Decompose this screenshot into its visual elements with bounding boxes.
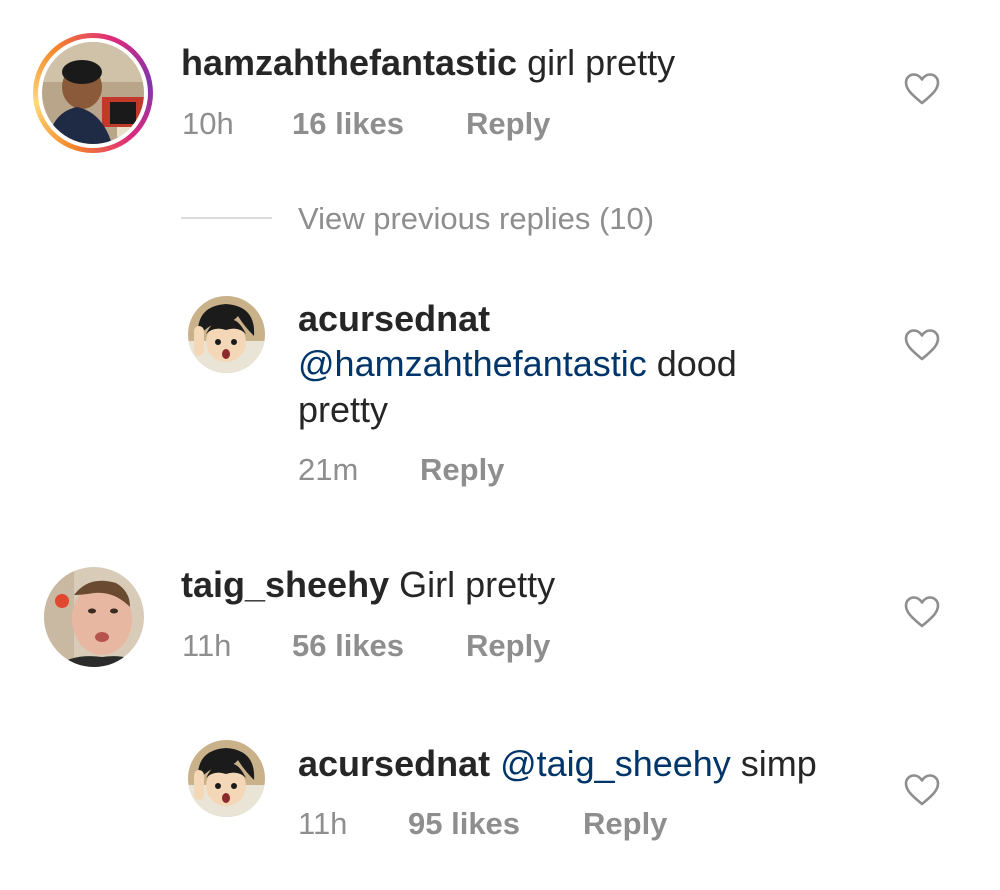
comment-text: girl pretty — [517, 42, 676, 83]
avatar — [42, 42, 144, 144]
heart-outline-icon — [904, 73, 940, 105]
reply-time: 11h — [298, 806, 348, 841]
like-button[interactable] — [904, 773, 940, 812]
reply-button[interactable]: Reply — [466, 106, 550, 142]
reply-text-line2: pretty — [298, 389, 389, 430]
avatar[interactable] — [44, 567, 144, 667]
reply-text-line1: @hamzahthefantastic dood — [298, 341, 737, 387]
view-previous-replies-button[interactable]: View previous replies (10) — [298, 201, 654, 237]
reply-username[interactable]: acursednat — [298, 743, 490, 784]
comment-avatar-story-ring[interactable] — [33, 33, 153, 153]
avatar[interactable] — [188, 296, 265, 373]
reply-button[interactable]: Reply — [466, 628, 550, 664]
mention-link[interactable]: @hamzahthefantastic — [298, 343, 647, 384]
reply-button[interactable]: Reply — [420, 452, 504, 488]
reply-likes[interactable]: 95 likes — [408, 806, 520, 842]
comment-username[interactable]: hamzahthefantastic — [181, 42, 517, 83]
comment-text: Girl pretty — [389, 564, 556, 605]
comment-likes[interactable]: 56 likes — [292, 628, 404, 664]
replies-divider — [181, 217, 272, 219]
like-button[interactable] — [904, 72, 940, 111]
comment-time: 11h — [182, 628, 232, 663]
reply-text-row: acursednat @taig_sheehy simp — [298, 741, 817, 787]
comment-text-row: taig_sheehy Girl pretty — [181, 562, 555, 608]
mention-link[interactable]: @taig_sheehy — [500, 743, 731, 784]
comment-meta: 10h — [182, 106, 234, 142]
reply-button[interactable]: Reply — [583, 806, 667, 842]
reply-username-row: acursednat — [298, 296, 490, 342]
reply-time: 21m — [298, 452, 359, 487]
reply-text: simp — [730, 743, 817, 784]
reply-text: dood — [646, 343, 737, 384]
heart-outline-icon — [904, 774, 940, 806]
comment-likes[interactable]: 16 likes — [292, 106, 404, 142]
heart-outline-icon — [904, 329, 940, 361]
avatar[interactable] — [188, 740, 265, 817]
reply-username[interactable]: acursednat — [298, 298, 490, 339]
heart-outline-icon — [904, 596, 940, 628]
like-button[interactable] — [904, 595, 940, 634]
comment-time: 10h — [182, 106, 234, 141]
like-button[interactable] — [904, 328, 940, 367]
comment-username[interactable]: taig_sheehy — [181, 564, 389, 605]
comment-text-row: hamzahthefantastic girl pretty — [181, 40, 675, 86]
